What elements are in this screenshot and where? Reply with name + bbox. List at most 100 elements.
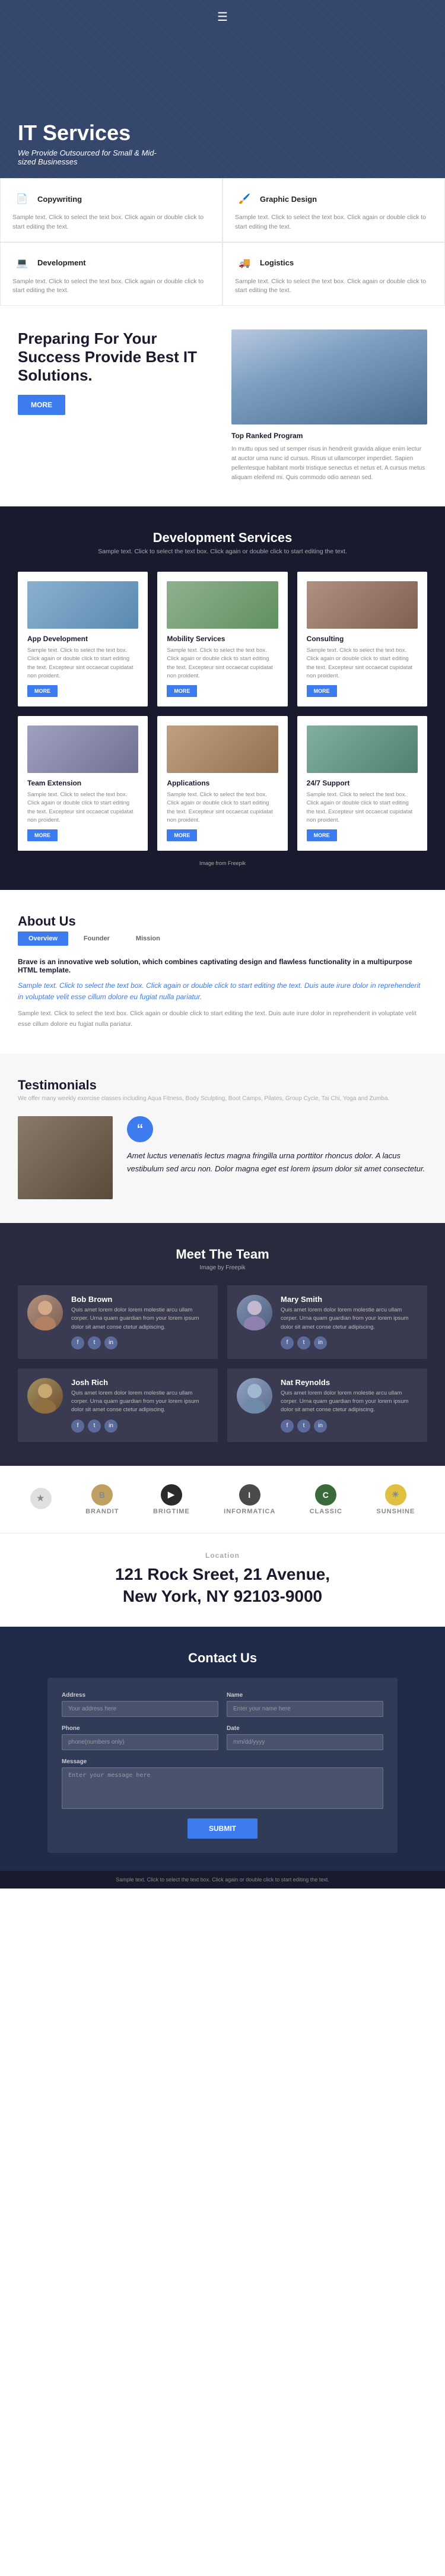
linkedin-icon[interactable]: in bbox=[314, 1336, 327, 1349]
service-title: Graphic Design bbox=[260, 195, 317, 204]
twitter-icon[interactable]: t bbox=[297, 1336, 310, 1349]
tab-mission[interactable]: Mission bbox=[125, 931, 171, 946]
solutions-more-button[interactable]: MORE bbox=[18, 395, 65, 415]
brand-icon-brandit: B bbox=[91, 1484, 113, 1506]
dev-card-image bbox=[27, 725, 138, 773]
brand-icon-classic: C bbox=[315, 1484, 336, 1506]
address-input[interactable] bbox=[62, 1701, 218, 1717]
service-title: Copywriting bbox=[37, 195, 82, 204]
team-info-nat-reynolds: Nat Reynolds Quis amet lorem dolor lorem… bbox=[281, 1378, 418, 1433]
dev-card-title: Consulting bbox=[307, 635, 418, 643]
service-card-copywriting: 📄 Copywriting Sample text. Click to sele… bbox=[0, 178, 223, 242]
brand-name: CLASSIC bbox=[310, 1508, 342, 1515]
location-label: Location bbox=[18, 1551, 427, 1560]
message-label: Message bbox=[62, 1758, 383, 1765]
about-tabs: Overview Founder Mission bbox=[18, 931, 427, 946]
dev-card-more-button[interactable]: MORE bbox=[307, 829, 337, 841]
service-description: Sample text. Click to select the text bo… bbox=[235, 213, 433, 232]
location-section: Location 121 Rock Sreet, 21 Avenue, New … bbox=[0, 1533, 445, 1627]
team-card-bob-brown: Bob Brown Quis amet lorem dolor lorem mo… bbox=[18, 1285, 218, 1359]
team-socials: f t in bbox=[71, 1336, 208, 1349]
message-textarea[interactable] bbox=[62, 1767, 383, 1809]
tab-founder[interactable]: Founder bbox=[73, 931, 120, 946]
dev-card-image bbox=[167, 581, 278, 629]
twitter-icon[interactable]: t bbox=[88, 1420, 101, 1433]
service-description: Sample text. Click to select the text bo… bbox=[235, 277, 433, 296]
hero-content: IT Services We Provide Outsourced for Sm… bbox=[18, 121, 427, 166]
team-subtitle: Image by Freepik bbox=[18, 1265, 427, 1271]
linkedin-icon[interactable]: in bbox=[314, 1420, 327, 1433]
testimonials-quote: Amet luctus venenatis lectus magna fring… bbox=[127, 1149, 427, 1175]
tab-overview[interactable]: Overview bbox=[18, 931, 68, 946]
brand-logo-brandit: B BRANDIT bbox=[85, 1484, 119, 1515]
team-info-mary-smith: Mary Smith Quis amet lorem dolor lorem m… bbox=[281, 1295, 418, 1349]
date-input[interactable] bbox=[227, 1734, 383, 1750]
brand-logo-sunshine: ☀ Sunshine bbox=[376, 1484, 415, 1515]
twitter-icon[interactable]: t bbox=[297, 1420, 310, 1433]
team-section: Meet The Team Image by Freepik Bob Brown… bbox=[0, 1223, 445, 1466]
about-heading: About Us bbox=[18, 914, 427, 929]
brand-name: BRIGTIME bbox=[153, 1508, 190, 1515]
about-highlight: Sample text. Click to select the text bo… bbox=[18, 980, 427, 1003]
twitter-icon[interactable]: t bbox=[88, 1336, 101, 1349]
dev-card-more-button[interactable]: MORE bbox=[27, 685, 58, 697]
address-field-group: Address bbox=[62, 1692, 218, 1717]
solutions-section: Preparing For Your Success Provide Best … bbox=[0, 306, 445, 506]
testimonials-content: “ Amet luctus venenatis lectus magna fri… bbox=[127, 1116, 427, 1175]
linkedin-icon[interactable]: in bbox=[104, 1336, 117, 1349]
dev-card-image bbox=[307, 725, 418, 773]
brand-name: BRANDIT bbox=[85, 1508, 119, 1515]
facebook-icon[interactable]: f bbox=[281, 1336, 294, 1349]
service-card-development: 💻 Development Sample text. Click to sele… bbox=[0, 242, 223, 306]
location-address-line1: 121 Rock Sreet, 21 Avenue, bbox=[18, 1564, 427, 1585]
brand-logo-brigtime: ▶ BRIGTIME bbox=[153, 1484, 190, 1515]
dev-card-more-button[interactable]: MORE bbox=[167, 685, 197, 697]
hero-subtitle: We Provide Outsourced for Small & Mid-si… bbox=[18, 148, 172, 166]
dev-card-applications: Applications Sample text. Click to selec… bbox=[157, 716, 287, 851]
dev-card-more-button[interactable]: MORE bbox=[167, 829, 197, 841]
dev-card-more-button[interactable]: MORE bbox=[307, 685, 337, 697]
name-field-group: Name bbox=[227, 1692, 383, 1717]
phone-label: Phone bbox=[62, 1725, 218, 1732]
team-card-mary-smith: Mary Smith Quis amet lorem dolor lorem m… bbox=[227, 1285, 427, 1359]
service-description: Sample text. Click to select the text bo… bbox=[12, 277, 210, 296]
service-title: Development bbox=[37, 258, 86, 267]
facebook-icon[interactable]: f bbox=[281, 1420, 294, 1433]
team-socials: f t in bbox=[281, 1336, 418, 1349]
development-icon: 💻 bbox=[12, 254, 31, 273]
dev-card-description: Sample text. Click to select the text bo… bbox=[27, 647, 138, 680]
location-address-line2: New York, NY 92103-9000 bbox=[18, 1586, 427, 1607]
hero-title: IT Services bbox=[18, 121, 427, 145]
submit-button[interactable]: SUBMIT bbox=[187, 1818, 258, 1839]
team-name: Bob Brown bbox=[71, 1295, 208, 1304]
logistics-icon: 🚚 bbox=[235, 254, 254, 273]
solutions-left: Preparing For Your Success Provide Best … bbox=[18, 329, 214, 415]
name-label: Name bbox=[227, 1692, 383, 1699]
about-section: About Us Overview Founder Mission Brave … bbox=[0, 890, 445, 1054]
graphic-design-icon: 🖌️ bbox=[235, 189, 254, 208]
brand-logo-informatica: i INFORMATICA bbox=[224, 1484, 275, 1515]
dev-card-description: Sample text. Click to select the text bo… bbox=[27, 791, 138, 825]
team-name: Josh Rich bbox=[71, 1378, 208, 1387]
team-grid: Bob Brown Quis amet lorem dolor lorem mo… bbox=[18, 1285, 427, 1442]
linkedin-icon[interactable]: in bbox=[104, 1420, 117, 1433]
team-socials: f t in bbox=[71, 1420, 208, 1433]
services-grid: 📄 Copywriting Sample text. Click to sele… bbox=[0, 178, 445, 306]
avatar-nat-reynolds bbox=[237, 1378, 272, 1414]
solutions-heading: Preparing For Your Success Provide Best … bbox=[18, 329, 214, 385]
name-input[interactable] bbox=[227, 1701, 383, 1717]
team-heading: Meet The Team bbox=[18, 1247, 427, 1262]
dev-card-image bbox=[27, 581, 138, 629]
service-card-header: 📄 Copywriting bbox=[12, 189, 210, 208]
dev-card-support: 24/7 Support Sample text. Click to selec… bbox=[297, 716, 427, 851]
dev-card-description: Sample text. Click to select the text bo… bbox=[307, 647, 418, 680]
dev-card-description: Sample text. Click to select the text bo… bbox=[307, 791, 418, 825]
facebook-icon[interactable]: f bbox=[71, 1336, 84, 1349]
phone-input[interactable] bbox=[62, 1734, 218, 1750]
dev-card-title: App Development bbox=[27, 635, 138, 643]
menu-icon[interactable]: ☰ bbox=[217, 9, 228, 24]
dev-card-more-button[interactable]: MORE bbox=[27, 829, 58, 841]
facebook-icon[interactable]: f bbox=[71, 1420, 84, 1433]
dev-card-description: Sample text. Click to select the text bo… bbox=[167, 791, 278, 825]
hero-section: ☰ IT Services We Provide Outsourced for … bbox=[0, 0, 445, 178]
